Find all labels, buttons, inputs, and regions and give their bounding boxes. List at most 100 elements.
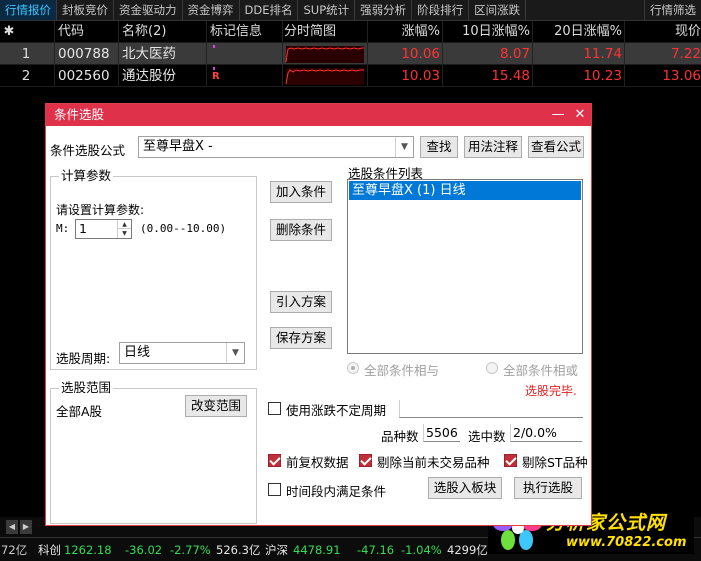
list-item[interactable]: 至尊早盘X (1) 日线 bbox=[349, 181, 581, 200]
table-row[interactable]: 1 000788 北大医药 10.06 8.07 11.74 7.22 bbox=[0, 43, 701, 65]
stepper-down-icon[interactable]: ▼ bbox=[117, 229, 131, 238]
import-plan-button[interactable]: 引入方案 bbox=[270, 291, 332, 313]
mark-dot-icon bbox=[213, 45, 215, 48]
usage-notes-button[interactable]: 用法注释 bbox=[464, 136, 522, 158]
use-uncertain-period-checkbox[interactable] bbox=[268, 402, 281, 415]
tab-sup-stats[interactable]: SUP统计 bbox=[298, 0, 356, 20]
top-tab-bar: 行情报价 封板竞价 资金驱动力 资金博弈 DDE排名 SUP统计 强弱分析 阶段… bbox=[0, 0, 701, 21]
add-to-block-button[interactable]: 选股入板块 bbox=[428, 477, 502, 499]
selected-field: 2/0.0% bbox=[510, 424, 582, 442]
params-prompt: 请设置计算参数: bbox=[56, 203, 145, 217]
col-header-name[interactable]: 名称(2) bbox=[122, 21, 206, 43]
selected-label: 选中数 bbox=[468, 429, 506, 444]
time-range-checkbox[interactable] bbox=[268, 483, 281, 496]
tab-range-change[interactable]: 区间涨跌 bbox=[469, 0, 527, 20]
col-header-change[interactable]: 涨幅% bbox=[370, 21, 440, 43]
delete-condition-button[interactable]: 删除条件 bbox=[270, 219, 332, 241]
param-name-label: M: bbox=[56, 222, 70, 235]
mark-info: R bbox=[210, 65, 282, 87]
dialog-title: 条件选股 bbox=[54, 107, 105, 122]
tab-stage-rank[interactable]: 阶段排行 bbox=[412, 0, 470, 20]
scroll-left-icon[interactable]: ◀ bbox=[6, 520, 18, 534]
change-range-button[interactable]: 改变范围 bbox=[185, 395, 247, 417]
view-formula-button[interactable]: 查看公式 bbox=[528, 136, 584, 158]
radio-all-or-label: 全部条件相或 bbox=[503, 363, 579, 378]
range-value: 全部A股 bbox=[56, 404, 103, 419]
save-plan-button[interactable]: 保存方案 bbox=[270, 327, 332, 349]
col-header-mark[interactable]: 标记信息 bbox=[210, 21, 282, 43]
exclude-st-checkbox[interactable] bbox=[504, 454, 517, 467]
tab-limit-bidding[interactable]: 封板竞价 bbox=[57, 0, 114, 20]
formula-label: 条件选股公式 bbox=[50, 143, 126, 158]
tab-strength[interactable]: 强弱分析 bbox=[355, 0, 413, 20]
col-header-change-20d[interactable]: 20日涨幅% bbox=[534, 21, 622, 43]
table-row[interactable]: 2 002560 通达股份 R 10.03 15.48 10.23 13.06 bbox=[0, 65, 701, 87]
column-divider bbox=[118, 21, 119, 87]
formula-select[interactable]: 至尊早盘X - ▼ bbox=[138, 136, 414, 158]
radio-all-and[interactable] bbox=[347, 362, 359, 374]
change-pct-10d: 15.48 bbox=[491, 68, 530, 84]
intraday-sparkline bbox=[284, 65, 366, 87]
param-m-value: 1 bbox=[79, 221, 87, 236]
status-index-name[interactable]: 科创 bbox=[38, 539, 61, 561]
status-turnover: 72亿 bbox=[1, 543, 28, 557]
mark-info bbox=[210, 43, 282, 65]
uncertain-period-field[interactable] bbox=[399, 400, 583, 418]
row-number: 1 bbox=[21, 46, 31, 62]
stepper-up-icon[interactable]: ▲ bbox=[117, 220, 131, 229]
col-header-change-10d[interactable]: 10日涨幅% bbox=[444, 21, 530, 43]
status-index-name-2[interactable]: 沪深 bbox=[265, 539, 288, 561]
chevron-down-icon[interactable]: ▼ bbox=[395, 137, 413, 157]
condition-list[interactable]: 至尊早盘X (1) 日线 bbox=[347, 179, 583, 354]
exclude-untraded-checkbox[interactable] bbox=[359, 454, 372, 467]
row-number: 2 bbox=[21, 68, 31, 84]
change-pct: 10.03 bbox=[401, 68, 440, 84]
column-divider bbox=[624, 21, 625, 87]
status-index-pct: -2.77% bbox=[170, 543, 211, 557]
tab-capital-game[interactable]: 资金博弈 bbox=[183, 0, 240, 20]
close-icon[interactable]: ✕ bbox=[570, 104, 590, 126]
col-header-spark[interactable]: 分时简图 bbox=[284, 21, 366, 43]
scroll-right-icon[interactable]: ▶ bbox=[20, 520, 32, 534]
change-pct-20d: 10.23 bbox=[583, 68, 622, 84]
param-m-stepper[interactable]: 1 ▲ ▼ bbox=[75, 219, 132, 239]
radio-all-and-label: 全部条件相与 bbox=[364, 363, 440, 378]
period-select[interactable]: 日线 ▼ bbox=[119, 342, 245, 364]
price: 7.22 bbox=[670, 46, 701, 62]
table-header: ✱ 代码 名称(2) 标记信息 分时简图 涨幅% 10日涨幅% 20日涨幅% 现… bbox=[0, 21, 701, 43]
tab-quote-filter[interactable]: 行情筛选 bbox=[644, 0, 701, 20]
column-divider bbox=[367, 21, 368, 87]
mark-r-badge: R bbox=[212, 71, 220, 82]
period-select-value: 日线 bbox=[124, 345, 151, 360]
add-condition-button[interactable]: 加入条件 bbox=[270, 181, 332, 203]
intraday-sparkline bbox=[284, 43, 366, 65]
col-header-price[interactable]: 现价 bbox=[626, 21, 701, 43]
tab-capital-drive[interactable]: 资金驱动力 bbox=[114, 0, 183, 20]
period-label: 选股周期: bbox=[56, 351, 111, 366]
formula-select-value: 至尊早盘X - bbox=[143, 139, 213, 154]
tab-dde-rank[interactable]: DDE排名 bbox=[240, 0, 299, 20]
exclude-untraded-label: 剔除当前未交易品种 bbox=[377, 455, 490, 470]
status-index-value: 1262.18 bbox=[64, 543, 112, 557]
minimize-icon[interactable]: — bbox=[548, 104, 568, 126]
chevron-down-icon[interactable]: ▼ bbox=[226, 343, 244, 363]
screening-status-text: 选股完毕. bbox=[525, 384, 577, 398]
use-uncertain-period-label: 使用涨跌不定周期 bbox=[286, 403, 387, 418]
change-pct-10d: 8.07 bbox=[499, 46, 530, 62]
column-divider bbox=[206, 21, 207, 87]
tab-quotes[interactable]: 行情报价 bbox=[0, 0, 57, 20]
forward-adjusted-checkbox[interactable] bbox=[268, 454, 281, 467]
column-divider bbox=[282, 21, 283, 87]
count-label: 品种数 bbox=[381, 429, 419, 444]
radio-all-or[interactable] bbox=[486, 362, 498, 374]
execute-screening-button[interactable]: 执行选股 bbox=[514, 477, 582, 499]
mark-dot-icon bbox=[213, 67, 215, 70]
dialog-titlebar[interactable]: 条件选股 — ✕ bbox=[46, 104, 591, 126]
find-button[interactable]: 查找 bbox=[420, 136, 458, 158]
stock-code: 000788 bbox=[58, 46, 110, 62]
col-header-code[interactable]: 代码 bbox=[58, 21, 118, 43]
column-divider bbox=[442, 21, 443, 87]
star-icon: ✱ bbox=[3, 24, 15, 39]
range-group-title: 选股范围 bbox=[59, 380, 114, 396]
stock-name: 北大医药 bbox=[122, 46, 176, 62]
